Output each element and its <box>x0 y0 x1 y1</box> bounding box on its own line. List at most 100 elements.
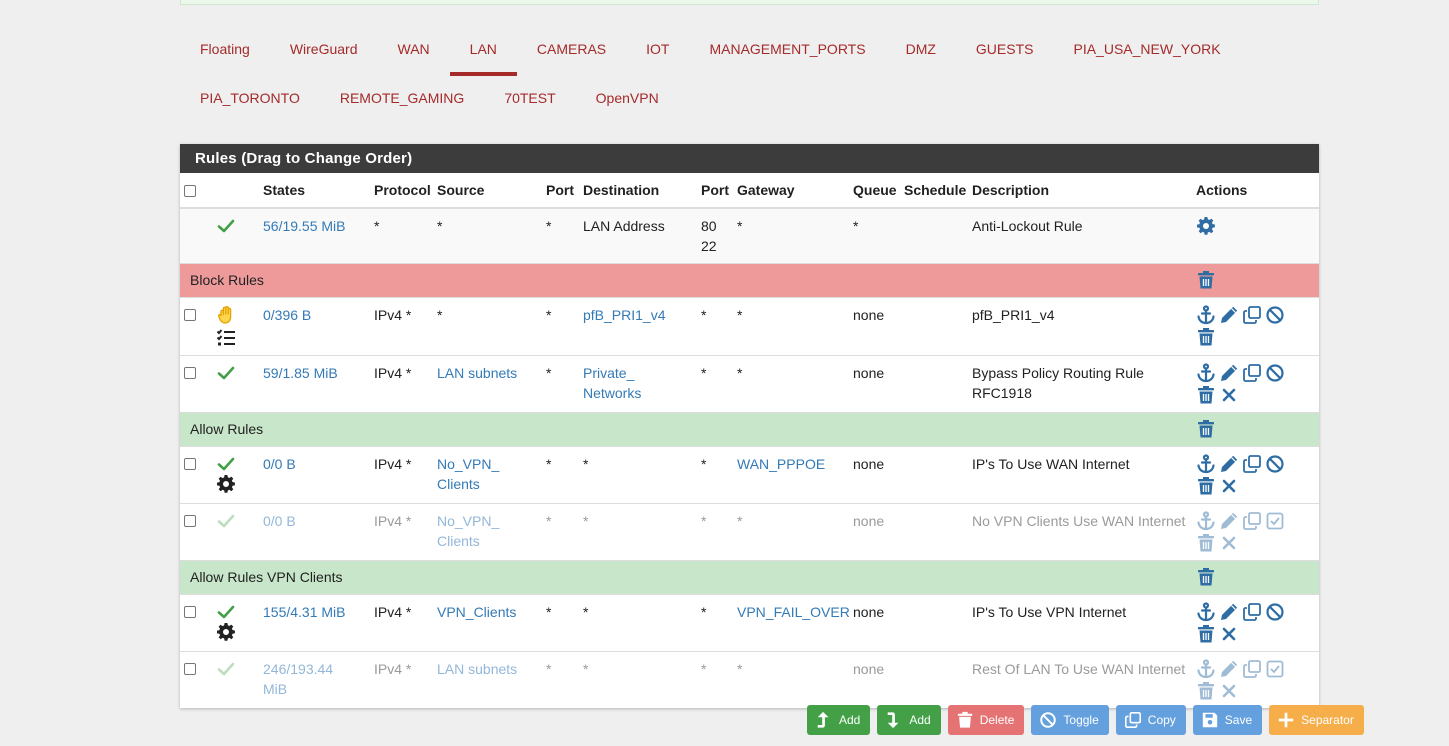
table-row[interactable]: 246/193.44 MiB IPv4 * LAN subnets * * * … <box>180 651 1319 708</box>
pencil-icon[interactable] <box>1219 305 1239 325</box>
separator-allow-rules[interactable]: Allow Rules <box>180 412 1319 447</box>
anchor-icon[interactable] <box>1196 305 1216 325</box>
rule-actions <box>1196 511 1306 553</box>
trash-icon[interactable] <box>1196 533 1216 553</box>
separator-block-rules[interactable]: Block Rules <box>180 263 1319 298</box>
copy-icon[interactable] <box>1242 363 1262 383</box>
trash-icon[interactable] <box>1196 624 1216 644</box>
ban-icon[interactable] <box>1265 454 1285 474</box>
rule-source-link[interactable]: No_VPN_ Clients <box>437 454 507 494</box>
ban-icon[interactable] <box>1265 305 1285 325</box>
tab-70test[interactable]: 70TEST <box>484 76 575 125</box>
table-row[interactable]: 155/4.31 MiB IPv4 * VPN_Clients * * * VP… <box>180 594 1319 652</box>
trash-icon[interactable] <box>1196 567 1216 587</box>
table-row[interactable]: 0/0 B IPv4 * No_VPN_ Clients * * * * non… <box>180 503 1319 561</box>
ban-icon[interactable] <box>1265 602 1285 622</box>
copy-icon[interactable] <box>1242 454 1262 474</box>
action-button-bar: Add Add Delete Toggle Copy Save Separato… <box>807 705 1364 735</box>
tab-remote-gaming[interactable]: REMOTE_GAMING <box>320 76 484 125</box>
close-icon[interactable] <box>1219 681 1239 701</box>
rule-states-link[interactable]: 59/1.85 MiB <box>263 365 338 381</box>
anchor-icon[interactable] <box>1196 602 1216 622</box>
anchor-icon[interactable] <box>1196 454 1216 474</box>
rule-source-link[interactable]: LAN subnets <box>437 661 517 677</box>
rule-checkbox[interactable] <box>184 515 196 527</box>
copy-icon[interactable] <box>1242 602 1262 622</box>
table-row-antilockout[interactable]: 56/19.55 MiB * * * LAN Address 80 22 * * … <box>180 207 1319 264</box>
toggle-button[interactable]: Toggle <box>1031 705 1109 735</box>
check-square-icon[interactable] <box>1265 659 1285 679</box>
rule-source-link[interactable]: LAN subnets <box>437 365 517 381</box>
delete-button[interactable]: Delete <box>947 705 1025 735</box>
tab-dmz[interactable]: DMZ <box>886 27 956 76</box>
check-square-icon[interactable] <box>1265 511 1285 531</box>
rule-states-link[interactable]: 0/0 B <box>263 456 296 472</box>
trash-icon[interactable] <box>1196 681 1216 701</box>
trash-icon[interactable] <box>1196 476 1216 496</box>
rule-schedule <box>900 355 968 413</box>
rule-checkbox[interactable] <box>184 367 196 379</box>
trash-icon[interactable] <box>1196 419 1216 439</box>
rule-destination-link[interactable]: pfB_PRI1_v4 <box>583 307 666 323</box>
trash-icon[interactable] <box>1196 327 1216 347</box>
separator-label: Allow Rules <box>180 412 1192 447</box>
close-icon[interactable] <box>1219 476 1239 496</box>
rule-states-link[interactable]: 0/0 B <box>263 513 296 529</box>
rule-checkbox[interactable] <box>184 606 196 618</box>
rule-states-link[interactable]: 0/396 B <box>263 307 311 323</box>
rule-states-link[interactable]: 56/19.55 MiB <box>263 218 346 234</box>
save-button[interactable]: Save <box>1192 705 1263 735</box>
pencil-icon[interactable] <box>1219 511 1239 531</box>
copy-icon[interactable] <box>1242 659 1262 679</box>
trash-icon[interactable] <box>1196 385 1216 405</box>
anchor-icon[interactable] <box>1196 363 1216 383</box>
copy-button[interactable]: Copy <box>1115 705 1186 735</box>
rule-checkbox[interactable] <box>184 458 196 470</box>
rule-states-link[interactable]: 246/193.44 MiB <box>263 659 343 699</box>
add-rule-bottom-button[interactable]: Add <box>877 705 941 735</box>
rule-actions <box>1192 207 1319 264</box>
gear-icon[interactable] <box>1196 216 1216 236</box>
rule-gateway-link[interactable]: WAN_PPPOE <box>737 456 825 472</box>
pencil-icon[interactable] <box>1219 454 1239 474</box>
pencil-icon[interactable] <box>1219 659 1239 679</box>
table-row[interactable]: 0/0 B IPv4 * No_VPN_ Clients * * * WAN_P… <box>180 446 1319 504</box>
table-row[interactable]: 0/396 B IPv4 * * * pfB_PRI1_v4 * * none … <box>180 297 1319 356</box>
rule-source-link[interactable]: No_VPN_ Clients <box>437 511 507 551</box>
tab-floating[interactable]: Floating <box>180 27 270 76</box>
copy-icon[interactable] <box>1242 305 1262 325</box>
anchor-icon[interactable] <box>1196 511 1216 531</box>
tab-wan[interactable]: WAN <box>378 27 450 76</box>
pencil-icon[interactable] <box>1219 363 1239 383</box>
rule-queue: none <box>849 594 900 652</box>
copy-icon[interactable] <box>1242 511 1262 531</box>
rule-destination-port: * <box>697 297 733 356</box>
tab-pia-toronto[interactable]: PIA_TORONTO <box>180 76 320 125</box>
tab-guests[interactable]: GUESTS <box>956 27 1054 76</box>
tab-iot[interactable]: IOT <box>626 27 689 76</box>
table-row[interactable]: 59/1.85 MiB IPv4 * LAN subnets * Private… <box>180 355 1319 413</box>
close-icon[interactable] <box>1219 533 1239 553</box>
tab-openvpn[interactable]: OpenVPN <box>576 76 679 125</box>
trash-icon[interactable] <box>1196 270 1216 290</box>
rule-checkbox[interactable] <box>184 663 196 675</box>
tab-lan[interactable]: LAN <box>449 27 518 76</box>
add-rule-top-button[interactable]: Add <box>807 705 871 735</box>
separator-allow-rules-vpn[interactable]: Allow Rules VPN Clients <box>180 560 1319 595</box>
rule-checkbox[interactable] <box>184 309 196 321</box>
select-all-checkbox[interactable] <box>184 184 196 197</box>
rule-states-link[interactable]: 155/4.31 MiB <box>263 604 346 620</box>
ban-icon[interactable] <box>1265 363 1285 383</box>
anchor-icon[interactable] <box>1196 659 1216 679</box>
tab-pia-usa-new-york[interactable]: PIA_USA_NEW_YORK <box>1053 27 1240 76</box>
rule-gateway-link[interactable]: VPN_FAIL_OVER <box>737 604 850 620</box>
tab-wireguard[interactable]: WireGuard <box>270 27 378 76</box>
close-icon[interactable] <box>1219 385 1239 405</box>
rule-source-link[interactable]: VPN_Clients <box>437 604 516 620</box>
close-icon[interactable] <box>1219 624 1239 644</box>
separator-button[interactable]: Separator <box>1269 705 1364 735</box>
pencil-icon[interactable] <box>1219 602 1239 622</box>
tab-management-ports[interactable]: MANAGEMENT_PORTS <box>689 27 885 76</box>
tab-cameras[interactable]: CAMERAS <box>517 27 626 76</box>
rule-destination-link[interactable]: Private_ Networks <box>583 363 653 403</box>
